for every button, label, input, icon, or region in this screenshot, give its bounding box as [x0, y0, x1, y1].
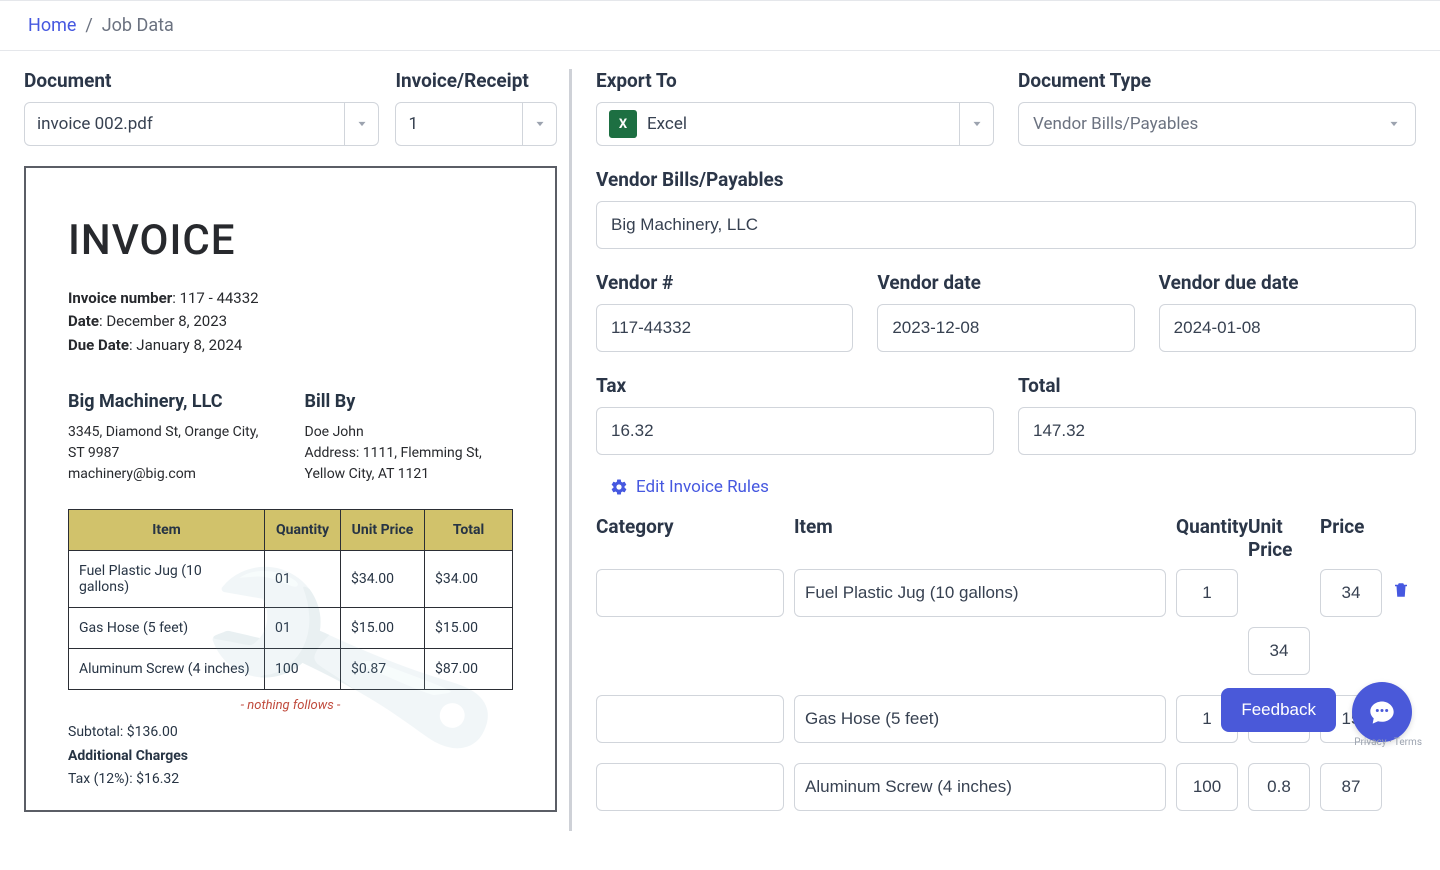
tax-label: Tax: [596, 374, 994, 397]
document-select[interactable]: invoice 002.pdf: [24, 102, 379, 146]
unit-price-input[interactable]: [1248, 763, 1310, 811]
chevron-down-icon: [522, 103, 556, 145]
invoice-title: INVOICE: [68, 216, 513, 265]
unit-price-input[interactable]: [1248, 627, 1310, 675]
chevron-down-icon: [344, 103, 378, 145]
chevron-down-icon: [1387, 117, 1401, 131]
bill-by-label: Bill By: [305, 391, 514, 412]
table-row: Aluminum Screw (4 inches) 100 $0.87 $87.…: [69, 648, 513, 689]
breadcrumb: Home / Job Data: [0, 0, 1440, 51]
invoice-receipt-label: Invoice/Receipt: [395, 69, 557, 92]
vendor-date-label: Vendor date: [877, 271, 1134, 294]
vendor-due-input[interactable]: [1159, 304, 1416, 352]
item-input[interactable]: [794, 695, 1166, 743]
gear-icon: [610, 478, 628, 496]
document-type-select[interactable]: Vendor Bills/Payables: [1018, 102, 1416, 146]
item-input[interactable]: [794, 569, 1166, 617]
vendor-bills-input[interactable]: [596, 201, 1416, 249]
document-type-label: Document Type: [1018, 69, 1416, 92]
vendor-num-label: Vendor #: [596, 271, 853, 294]
quantity-input[interactable]: [1176, 569, 1238, 617]
category-input[interactable]: [596, 569, 784, 617]
edit-invoice-rules-link[interactable]: Edit Invoice Rules: [610, 477, 1416, 497]
recaptcha-badge: Privacy · Terms: [1354, 737, 1422, 748]
export-to-label: Export To: [596, 69, 994, 92]
tax-input[interactable]: [596, 407, 994, 455]
invoice-receipt-select[interactable]: 1: [395, 102, 557, 146]
feedback-button[interactable]: Feedback: [1221, 688, 1336, 732]
export-to-select[interactable]: X Excel: [596, 102, 994, 146]
vendor-due-label: Vendor due date: [1159, 271, 1416, 294]
item-input[interactable]: [794, 763, 1166, 811]
nothing-follows: - nothing follows -: [68, 698, 513, 713]
line-items-header: Category Item Quantity Unit Price Price: [596, 515, 1416, 569]
trash-icon[interactable]: [1392, 581, 1410, 599]
category-input[interactable]: [596, 763, 784, 811]
invoice-line-table: Item Quantity Unit Price Total Fuel Plas…: [68, 509, 513, 690]
price-input[interactable]: [1320, 763, 1382, 811]
from-name: Big Machinery, LLC: [68, 391, 277, 412]
table-row: Gas Hose (5 feet) 01 $15.00 $15.00: [69, 607, 513, 648]
breadcrumb-current: Job Data: [102, 15, 174, 36]
total-input[interactable]: [1018, 407, 1416, 455]
document-label: Document: [24, 69, 379, 92]
line-item-row: [596, 569, 1416, 675]
invoice-preview: 🔧 INVOICE Invoice number: 117 - 44332 Da…: [24, 166, 557, 812]
chevron-down-icon: [959, 103, 993, 145]
chat-fab[interactable]: [1352, 682, 1412, 742]
breadcrumb-home[interactable]: Home: [28, 15, 76, 36]
vendor-num-input[interactable]: [596, 304, 853, 352]
quantity-input[interactable]: [1176, 763, 1238, 811]
excel-icon: X: [609, 110, 637, 138]
vendor-date-input[interactable]: [877, 304, 1134, 352]
total-label: Total: [1018, 374, 1416, 397]
vendor-bills-label: Vendor Bills/Payables: [596, 168, 1416, 191]
table-row: Fuel Plastic Jug (10 gallons) 01 $34.00 …: [69, 550, 513, 607]
chat-icon: [1368, 698, 1396, 726]
price-input[interactable]: [1320, 569, 1382, 617]
category-input[interactable]: [596, 695, 784, 743]
line-item-row: [596, 763, 1416, 811]
